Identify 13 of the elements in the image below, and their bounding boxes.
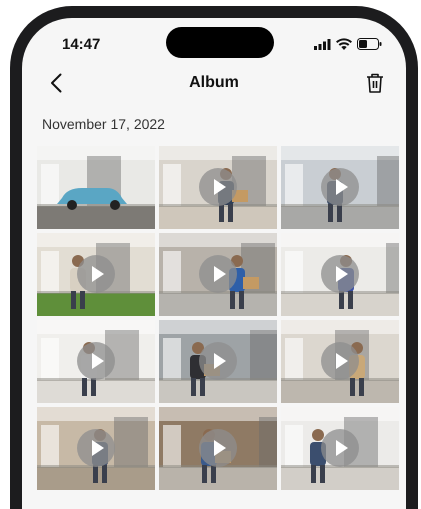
screen-title: Album — [189, 74, 239, 92]
play-icon[interactable] — [199, 255, 237, 293]
trash-icon[interactable] — [366, 73, 384, 93]
signal-icon — [314, 38, 331, 50]
play-icon[interactable] — [199, 342, 237, 380]
wifi-icon — [336, 38, 352, 50]
play-icon[interactable] — [199, 429, 237, 467]
back-icon[interactable] — [50, 73, 62, 93]
play-icon[interactable] — [321, 429, 359, 467]
play-icon[interactable] — [199, 168, 237, 206]
battery-icon — [357, 38, 382, 50]
date-heading: November 17, 2022 — [41, 115, 166, 134]
status-time: 14:47 — [62, 36, 102, 52]
